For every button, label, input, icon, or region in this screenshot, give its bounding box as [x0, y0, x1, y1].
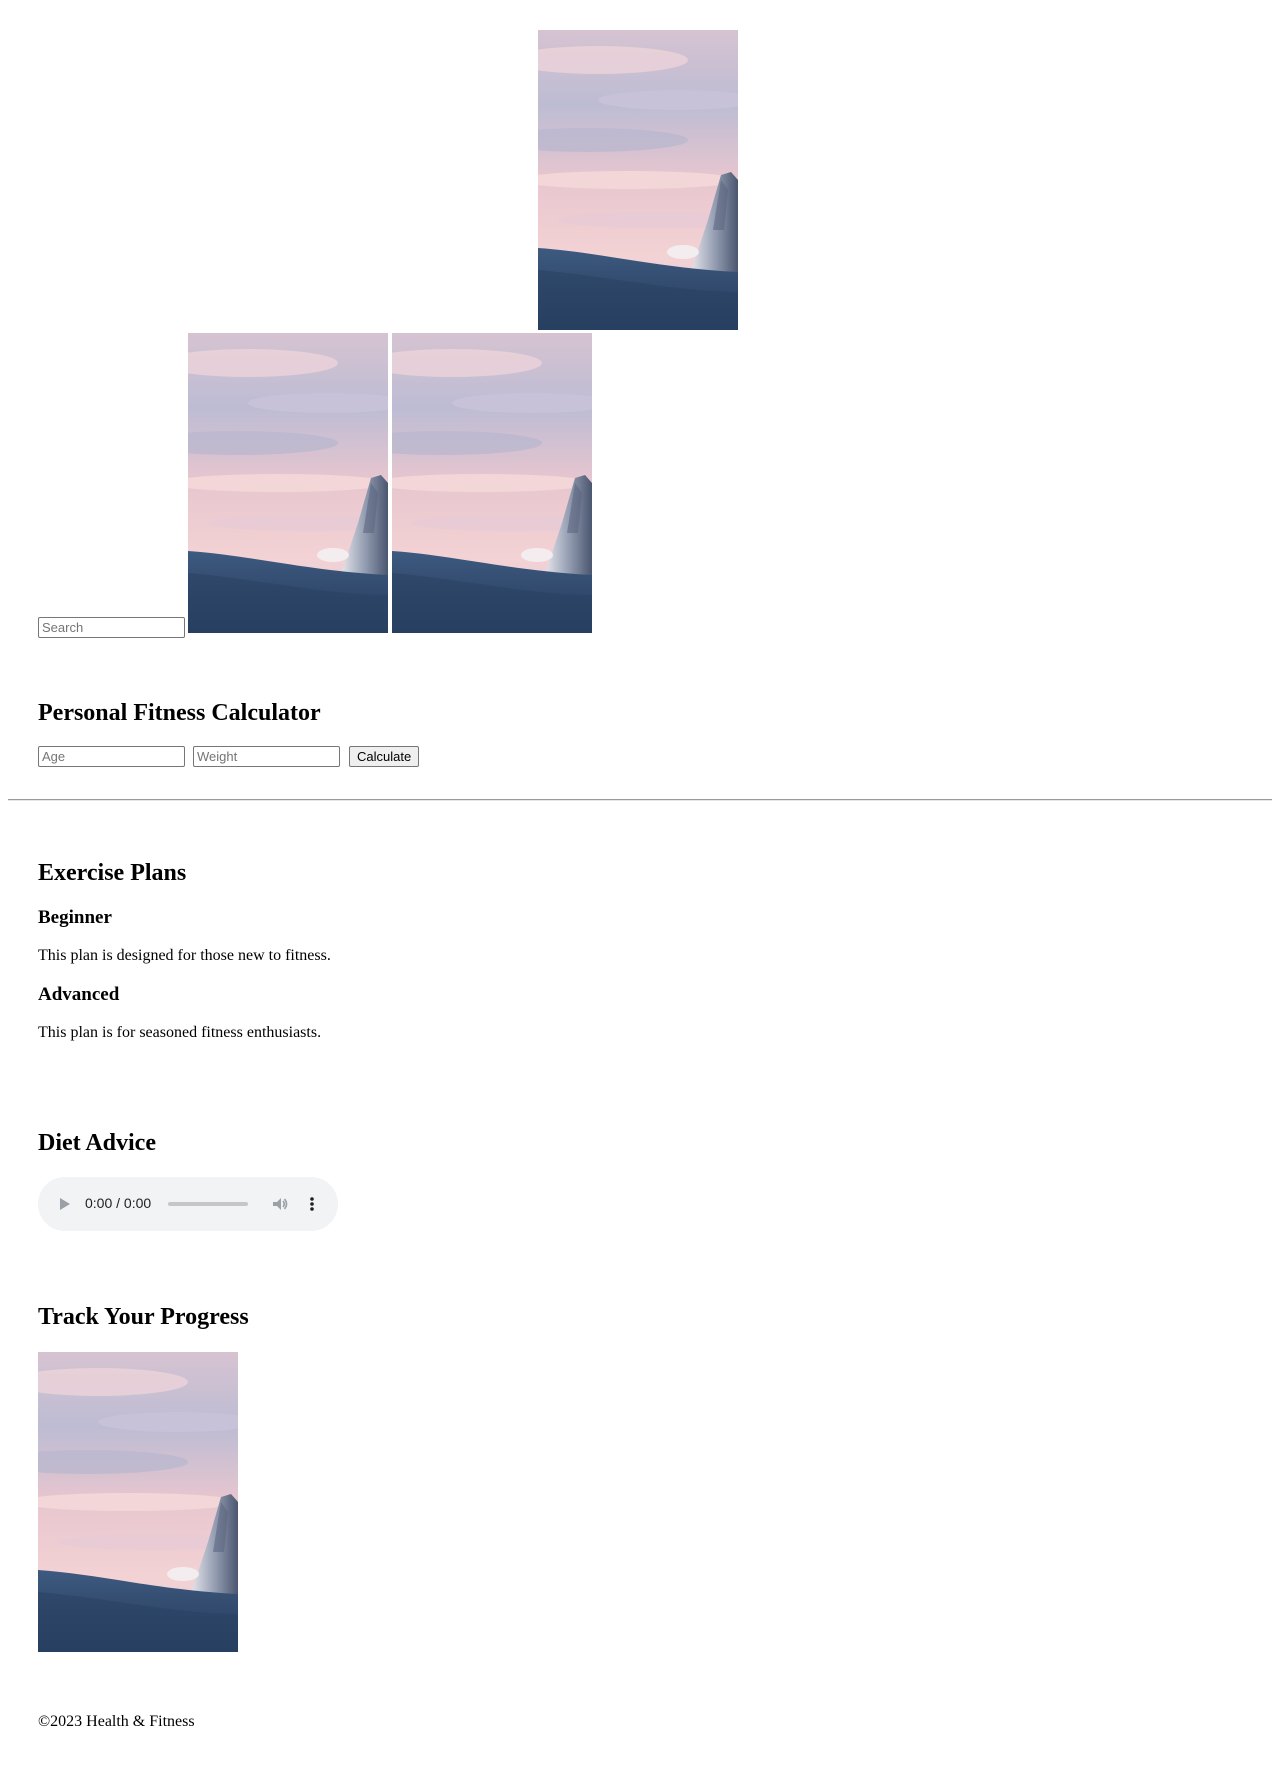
more-vertical-icon[interactable]: [308, 1195, 316, 1216]
audio-time-display: 0:00 / 0:00: [85, 1195, 152, 1211]
play-icon[interactable]: [58, 1196, 72, 1215]
exercise-plans-title: Exercise Plans: [38, 860, 187, 886]
volume-icon[interactable]: [271, 1195, 289, 1216]
audio-player[interactable]: 0:00 / 0:00: [38, 1177, 338, 1231]
plan-description-beginner: This plan is designed for those new to f…: [38, 947, 331, 964]
search-input[interactable]: [38, 617, 185, 638]
calculator-title: Personal Fitness Calculator: [38, 700, 321, 726]
weight-input[interactable]: [193, 746, 340, 767]
plan-description-advanced: This plan is for seasoned fitness enthus…: [38, 1024, 322, 1041]
header-mountain-image: [538, 30, 738, 330]
age-input[interactable]: [38, 746, 185, 767]
calculate-button[interactable]: Calculate: [349, 746, 420, 767]
plan-name-advanced: Advanced: [38, 984, 120, 1005]
footer-copyright: ©2023 Health & Fitness: [38, 1713, 195, 1730]
section-divider: [8, 799, 1272, 801]
gallery-mountain-image-1: [188, 333, 388, 633]
gallery-mountain-image-2: [392, 333, 592, 633]
audio-progress-track[interactable]: [168, 1202, 248, 1206]
plan-name-beginner: Beginner: [38, 907, 112, 928]
progress-mountain-image: [38, 1352, 238, 1652]
diet-advice-title: Diet Advice: [38, 1130, 156, 1156]
track-progress-title: Track Your Progress: [38, 1304, 249, 1330]
